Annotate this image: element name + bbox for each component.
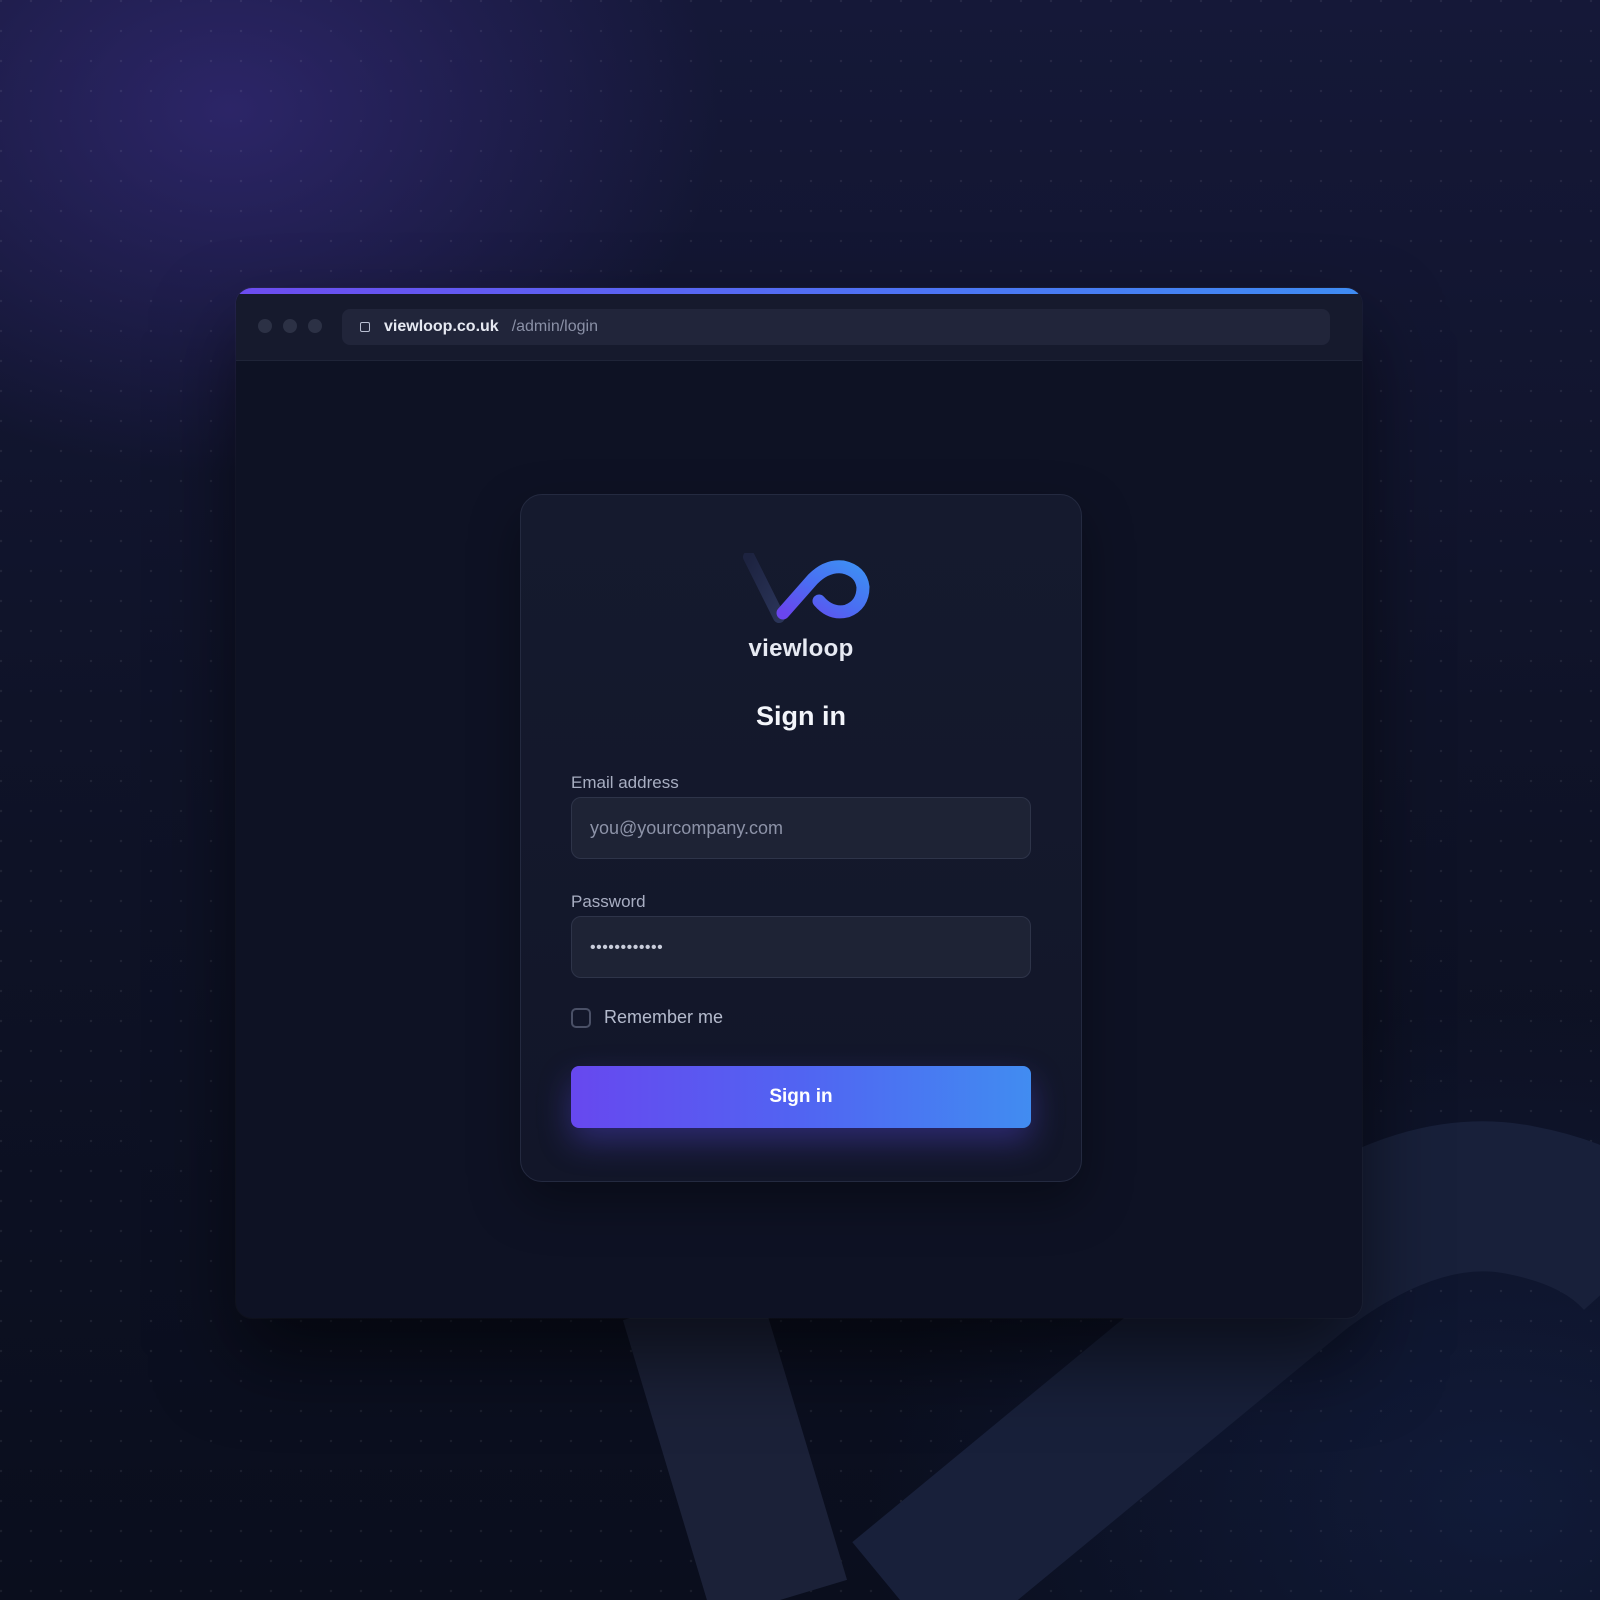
minimize-window-dot[interactable] <box>283 319 297 333</box>
browser-toolbar: viewloop.co.uk /admin/login <box>236 294 1362 361</box>
sign-in-button[interactable]: Sign in <box>571 1066 1031 1128</box>
brand-wordmark: viewloop <box>748 635 854 662</box>
browser-window: viewloop.co.uk /admin/login viewloop Sig… <box>236 288 1362 1318</box>
remember-me-checkbox[interactable] <box>571 1007 591 1028</box>
address-bar[interactable]: viewloop.co.uk /admin/login <box>342 309 1330 345</box>
window-controls <box>258 319 322 333</box>
password-label: Password <box>571 892 646 911</box>
close-window-dot[interactable] <box>258 319 272 333</box>
email-field[interactable] <box>571 797 1031 859</box>
page-title: Sign in <box>756 701 846 731</box>
viewloop-logo-icon <box>743 553 870 623</box>
url-path: /admin/login <box>511 318 598 335</box>
maximize-window-dot[interactable] <box>308 319 322 333</box>
page-icon <box>360 322 370 332</box>
login-card: viewloop Sign in Email address Password … <box>520 494 1082 1182</box>
remember-me-label[interactable]: Remember me <box>604 1007 723 1028</box>
url-domain: viewloop.co.uk <box>384 318 499 335</box>
password-field[interactable]: •••••••••••• <box>571 916 1031 978</box>
background: viewloop.co.uk /admin/login viewloop Sig… <box>0 0 1600 1600</box>
remember-me-row[interactable]: Remember me <box>571 1007 723 1028</box>
email-label: Email address <box>571 773 679 792</box>
